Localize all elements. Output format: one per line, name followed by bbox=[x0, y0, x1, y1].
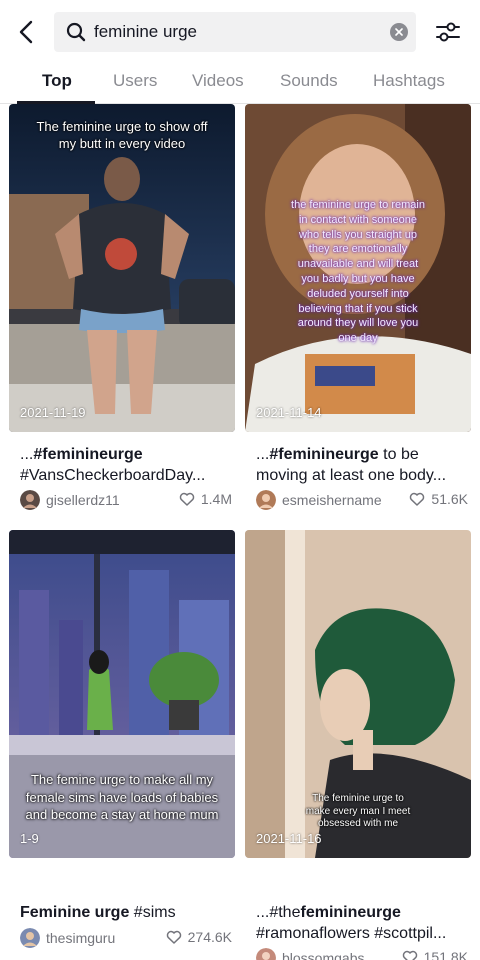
video-caption: The feminine urge to show off my butt in… bbox=[36, 119, 208, 151]
clear-search-button[interactable] bbox=[390, 23, 408, 41]
heart-icon bbox=[166, 930, 181, 944]
video-thumbnail[interactable]: The feminine urge to make every man I me… bbox=[245, 530, 471, 858]
video-thumbnail[interactable]: The feminine urge to show off my butt in… bbox=[9, 104, 235, 432]
close-icon bbox=[395, 28, 403, 36]
search-query-text: feminine urge bbox=[94, 22, 198, 41]
video-description[interactable]: ...#feminineurge bbox=[20, 444, 232, 465]
like-count-value: 151.8K bbox=[423, 949, 468, 960]
like-count-value: 274.6K bbox=[187, 929, 232, 945]
tab-top[interactable]: Top bbox=[42, 70, 72, 98]
username[interactable]: thesimguru bbox=[46, 930, 115, 946]
like-count: 274.6K bbox=[166, 929, 232, 945]
video-date: 2021-11-16 bbox=[256, 831, 322, 846]
top-bar: feminine urge bbox=[0, 0, 480, 64]
heart-icon bbox=[410, 492, 425, 506]
avatar[interactable] bbox=[20, 928, 40, 948]
username[interactable]: blossomgabs bbox=[282, 950, 365, 960]
search-input[interactable]: feminine urge bbox=[54, 12, 416, 52]
video-date: 2021-11-14 bbox=[256, 405, 322, 420]
video-date: 2021-11-19 bbox=[20, 405, 86, 420]
desc-highlight: #feminineurge bbox=[269, 446, 379, 463]
desc-rest: to be bbox=[378, 446, 419, 463]
like-count: 151.8K bbox=[402, 949, 468, 960]
video-thumbnail[interactable]: The femine urge to make all my female si… bbox=[9, 530, 235, 858]
tab-hashtags[interactable]: Hashtags bbox=[373, 70, 445, 98]
username[interactable]: gisellerdz11 bbox=[46, 492, 120, 508]
desc-highlight: feminineurge bbox=[300, 904, 401, 921]
video-thumbnail[interactable]: the feminine urge to remain in contact w… bbox=[245, 104, 471, 432]
desc-prefix: ... bbox=[256, 446, 270, 463]
avatar[interactable] bbox=[256, 948, 276, 960]
video-description-line2[interactable]: #VansCheckerboardDay... bbox=[20, 465, 232, 486]
search-icon bbox=[66, 22, 86, 42]
desc-highlight: Feminine urge bbox=[20, 904, 130, 921]
like-count: 51.6K bbox=[409, 491, 468, 507]
desc-prefix: ... bbox=[20, 446, 34, 463]
video-description[interactable]: ...#thefeminineurge bbox=[256, 902, 468, 923]
video-caption: The feminine urge to make every man I me… bbox=[305, 793, 411, 829]
video-meta: gisellerdz11 1.4M bbox=[20, 490, 232, 512]
sliders-icon bbox=[436, 22, 460, 42]
desc-prefix: ...#the bbox=[256, 904, 301, 921]
tab-sounds[interactable]: Sounds bbox=[280, 70, 338, 98]
tab-users[interactable]: Users bbox=[113, 70, 157, 98]
video-caption: The femine urge to make all my female si… bbox=[25, 772, 219, 822]
heart-icon bbox=[179, 492, 195, 506]
video-description[interactable]: Feminine urge #sims bbox=[20, 902, 232, 923]
desc-rest: #sims bbox=[129, 904, 176, 921]
tab-bar: Top Users Videos Sounds Hashtags bbox=[0, 64, 480, 104]
video-frame-image bbox=[9, 104, 235, 432]
desc-highlight: #feminineurge bbox=[33, 446, 143, 463]
like-count-value: 1.4M bbox=[200, 491, 232, 507]
video-description-line2[interactable]: moving at least one body... bbox=[256, 465, 468, 486]
video-date: 1-9 bbox=[20, 831, 39, 846]
video-meta: esmeishername 51.6K bbox=[256, 490, 468, 512]
video-meta: blossomgabs 151.8K bbox=[256, 948, 468, 960]
like-count: 1.4M bbox=[179, 491, 232, 507]
video-meta: thesimguru 274.6K bbox=[20, 928, 232, 950]
like-count-value: 51.6K bbox=[431, 491, 468, 507]
tab-videos[interactable]: Videos bbox=[192, 70, 244, 98]
avatar[interactable] bbox=[256, 490, 276, 510]
back-button[interactable] bbox=[10, 14, 42, 50]
video-description[interactable]: ...#feminineurge to be bbox=[256, 444, 468, 465]
heart-icon bbox=[402, 950, 417, 960]
avatar[interactable] bbox=[20, 490, 40, 510]
video-description-line2[interactable]: #ramonaflowers #scottpil... bbox=[256, 923, 468, 944]
username[interactable]: esmeishername bbox=[282, 492, 382, 508]
video-caption: the feminine urge to remain in contact w… bbox=[291, 199, 425, 345]
chevron-left-icon bbox=[19, 20, 33, 44]
filter-button[interactable] bbox=[432, 18, 464, 46]
